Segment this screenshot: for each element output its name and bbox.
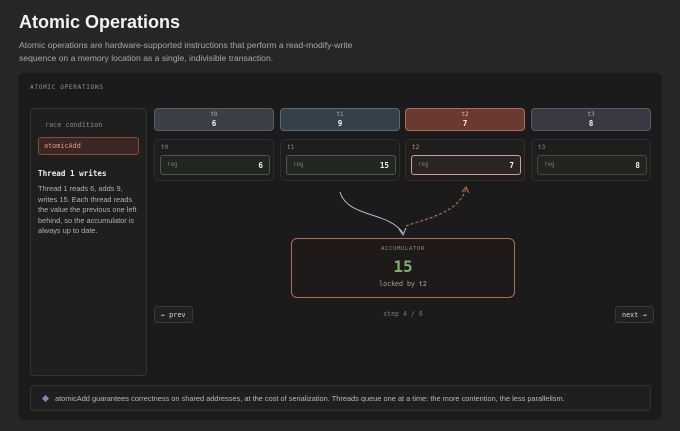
diamond-icon [41, 394, 50, 403]
arrow-accumulator-to-t2 [405, 188, 467, 227]
page-title: Atomic Operations [19, 12, 181, 32]
footer-note: atomicAdd guarantees correctness on shar… [30, 385, 651, 411]
page-description: Atomic operations are hardware-supported… [19, 40, 353, 63]
accumulator-status: locked by t2 [379, 280, 427, 288]
prev-button[interactable]: ← prev [154, 306, 193, 323]
accumulator-value: 15 [393, 257, 413, 276]
footer-text: atomicAdd guarantees correctness on shar… [55, 394, 565, 403]
step-indicator: step 4 / 6 [383, 310, 423, 318]
accumulator: ACCUMULATOR 15 locked by t2 [291, 238, 515, 298]
arrow-t1-to-accumulator [339, 191, 404, 234]
atomic-operations-panel: ATOMIC OPERATIONS race condition atomicA… [18, 73, 662, 420]
accumulator-label: ACCUMULATOR [381, 246, 425, 252]
next-button[interactable]: next → [615, 306, 654, 323]
